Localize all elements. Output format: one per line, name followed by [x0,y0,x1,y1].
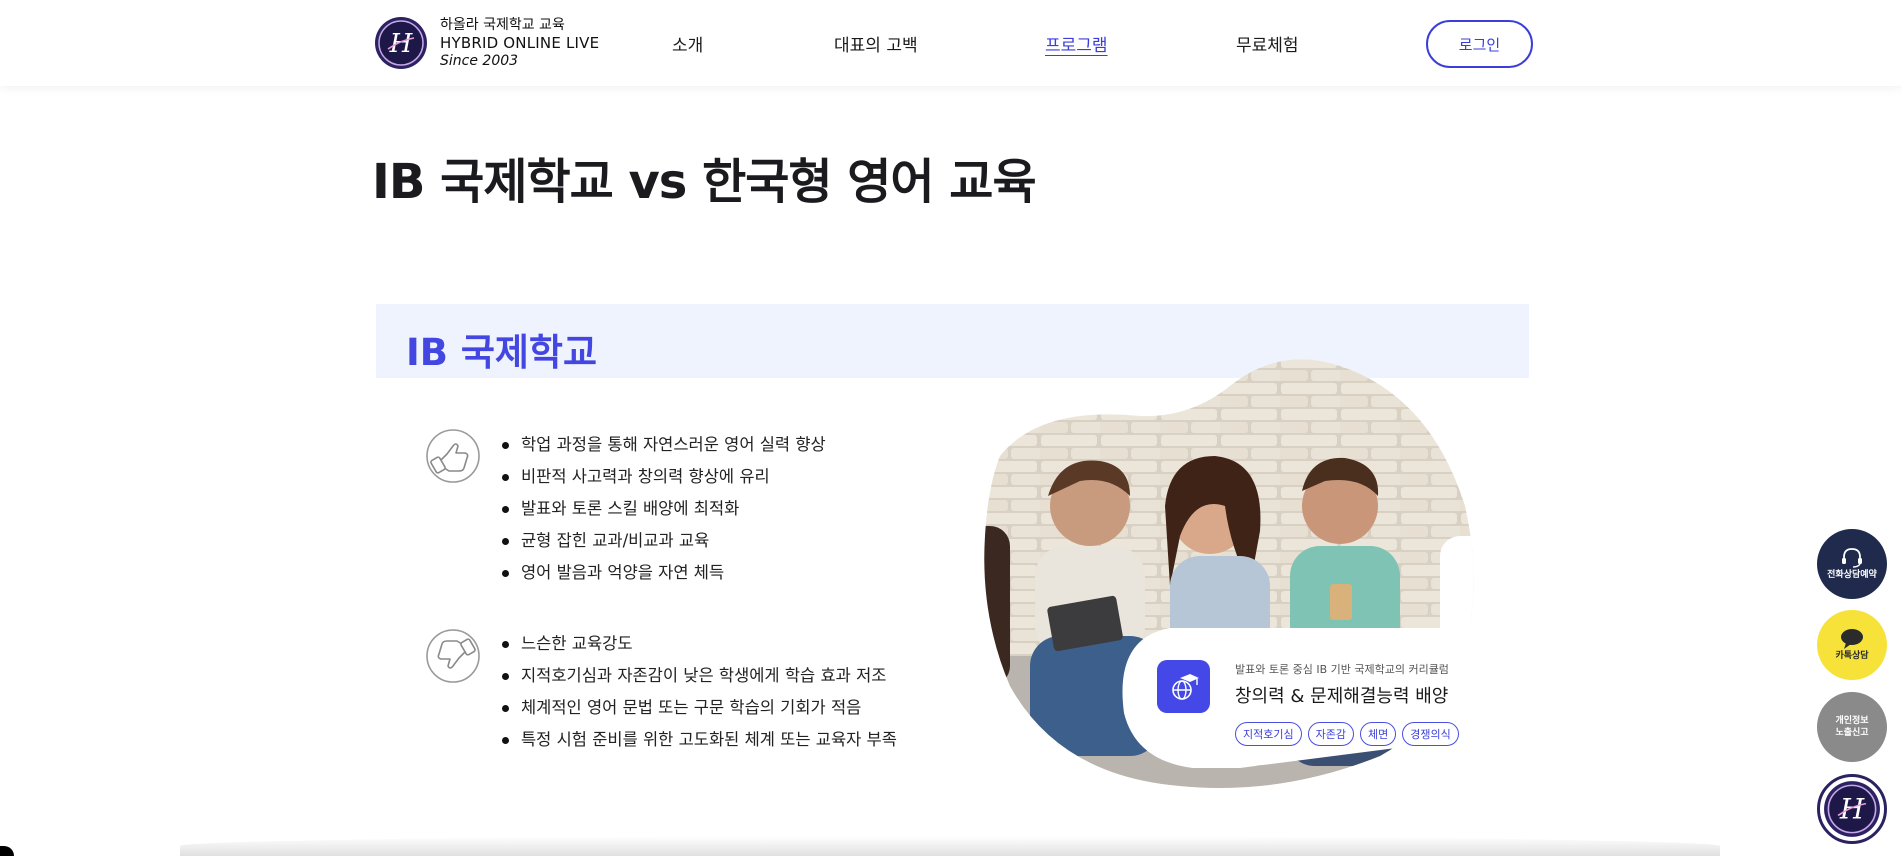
thumbs-down-icon [426,629,480,683]
list-item: 체계적인 영어 문법 또는 구문 학습의 기회가 적음 [502,692,897,724]
list-item: 발표와 토론 스킬 배양에 최적화 [502,493,826,525]
thumbs-up-icon [426,429,480,483]
tag: 지적호기심 [1235,722,1302,746]
brand-name: 하올라 국제학교 교육 [440,17,565,33]
login-button[interactable]: 로그인 [1426,20,1533,68]
list-item: 지적호기심과 자존감이 낮은 학생에게 학습 효과 저조 [502,660,897,692]
list-item: 느슨한 교육강도 [502,628,897,660]
brand-logo-icon[interactable]: H [374,16,428,70]
list-item: 균형 잡힌 교과/비교과 교육 [502,525,826,557]
chat-bubble-icon [1841,629,1863,649]
privacy-report-label-1: 개인정보 [1835,716,1869,726]
tag: 경쟁의식 [1402,722,1459,746]
list-item: 영어 발음과 억양을 자연 체득 [502,557,826,589]
window-corner [0,846,14,856]
kakao-consult-label: 카톡상담 [1835,651,1869,661]
privacy-report-label-2: 노출신고 [1835,728,1869,738]
pros-list: 학업 과정을 통해 자연스러운 영어 실력 향상 비판적 사고력과 창의력 향상… [502,429,826,589]
tag: 자존감 [1307,722,1354,746]
section-title: IB 국제학교 [406,331,598,374]
brand-tagline: HYBRID ONLINE LIVE [440,34,600,52]
card-title: 창의력 & 문제해결능력 배양 [1235,686,1449,707]
tag-list: 지적호기심 자존감 체면 경쟁의식 [1235,722,1459,746]
nav-item-intro[interactable]: 소개 [672,31,703,56]
brand-text[interactable]: 하올라 국제학교 교육 HYBRID ONLINE LIVE Since 200… [440,16,599,70]
kakao-consult-button[interactable]: 카톡상담 [1817,610,1887,680]
svg-text:H: H [1839,793,1865,826]
next-section-edge [180,836,1720,856]
tag: 체면 [1359,722,1397,746]
privacy-report-button[interactable]: 개인정보 노출신고 [1817,692,1887,762]
brand-logo-icon: H [1824,781,1880,837]
list-item: 특정 시험 준비를 위한 고도화된 체계 또는 교육자 부족 [502,724,897,756]
phone-consult-label: 전화상담예약 [1827,570,1877,580]
list-item: 비판적 사고력과 창의력 향상에 유리 [502,461,826,493]
brand-logo-button[interactable]: H [1817,774,1887,844]
phone-consult-button[interactable]: 전화상담예약 [1817,529,1887,599]
brand-since: Since 2003 [440,53,519,69]
site-header: H 하올라 국제학교 교육 HYBRID ONLINE LIVE Since 2… [0,0,1902,86]
nav-item-ceo-story[interactable]: 대표의 고백 [834,31,918,56]
list-item: 학업 과정을 통해 자연스러운 영어 실력 향상 [502,429,826,461]
svg-text:H: H [389,29,414,59]
graduation-globe-icon [1157,660,1210,713]
headset-icon [1842,548,1862,568]
cons-list: 느슨한 교육강도 지적호기심과 자존감이 낮은 학생에게 학습 효과 저조 체계… [502,628,897,756]
nav-item-program[interactable]: 프로그램 [1045,31,1108,56]
nav-item-free-trial[interactable]: 무료체험 [1236,31,1299,56]
card-subtitle: 발표와 토론 중심 IB 기반 국제학교의 커리큘럼 [1235,663,1449,676]
page-title: IB 국제학교 vs 한국형 영어 교육 [372,154,1037,210]
